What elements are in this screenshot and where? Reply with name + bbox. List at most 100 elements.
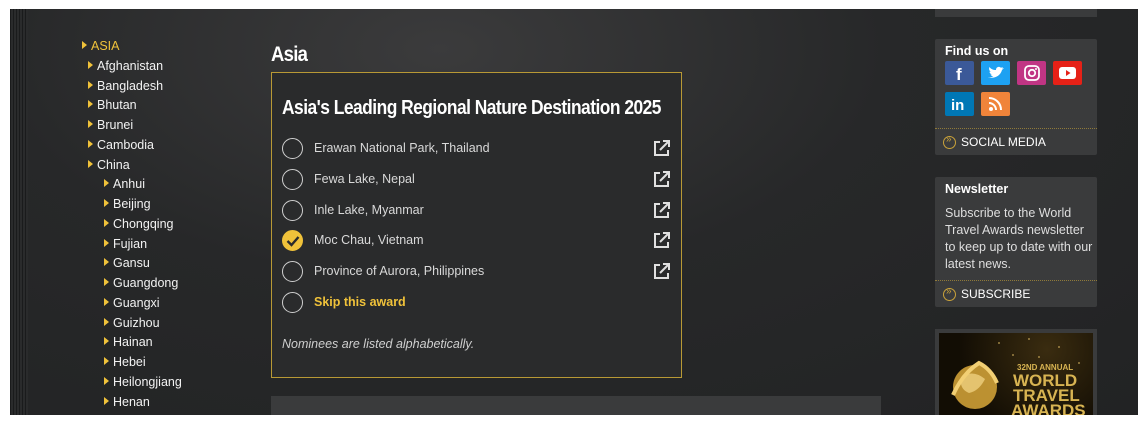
sidebar-item-gansu[interactable]: Gansu bbox=[104, 254, 150, 272]
radio-checked[interactable] bbox=[282, 230, 303, 252]
banner-line4: AWARDS bbox=[1011, 401, 1086, 415]
sidebar-item-bangladesh[interactable]: Bangladesh bbox=[88, 77, 163, 95]
radio-button[interactable] bbox=[282, 261, 303, 283]
youtube-icon[interactable] bbox=[1053, 61, 1082, 85]
nominee-option[interactable]: Province of Aurora, Philippines bbox=[282, 261, 672, 287]
widget-top-stub bbox=[935, 9, 1097, 17]
left-stripe bbox=[10, 9, 28, 415]
sidebar-item-hebei[interactable]: Hebei bbox=[104, 353, 146, 371]
external-link-icon[interactable] bbox=[652, 201, 671, 220]
caret-right-icon bbox=[88, 100, 93, 109]
sidebar-item-label: Brunei bbox=[97, 118, 134, 132]
instagram-icon[interactable] bbox=[1017, 61, 1046, 85]
newsletter-widget: Newsletter Subscribe to the World Travel… bbox=[935, 177, 1097, 307]
sidebar-item-label: Fujian bbox=[113, 236, 148, 251]
caret-right-icon bbox=[104, 396, 109, 405]
sidebar-item-label: Hainan bbox=[113, 335, 153, 350]
caret-right-icon bbox=[104, 238, 109, 247]
caret-right-icon bbox=[104, 199, 109, 207]
find-us-title: Find us on bbox=[945, 44, 1009, 58]
social-media-link-label: SOCIAL MEDIA bbox=[961, 135, 1046, 149]
sidebar-item-guangdong[interactable]: Guangdong bbox=[104, 274, 178, 292]
sidebar-item-guangxi[interactable]: Guangxi bbox=[104, 294, 160, 312]
external-link-icon[interactable] bbox=[652, 170, 671, 189]
award-title: Asia's Leading Regional Nature Destinati… bbox=[282, 97, 661, 119]
external-link-icon[interactable] bbox=[652, 231, 671, 250]
radio-button[interactable] bbox=[282, 199, 303, 221]
radio-button[interactable] bbox=[282, 292, 303, 313]
sidebar-item-asia[interactable]: ASIA bbox=[82, 37, 120, 55]
external-link-icon[interactable] bbox=[652, 262, 671, 281]
nominee-option[interactable]: Fewa Lake, Nepal bbox=[282, 168, 672, 195]
nominee-label: Fewa Lake, Nepal bbox=[314, 171, 415, 186]
svg-text:f: f bbox=[956, 65, 962, 84]
nominee-label: Moc Chau, Vietnam bbox=[314, 233, 424, 248]
widget-divider bbox=[935, 280, 1097, 281]
sidebar-item-brunei[interactable]: Brunei bbox=[88, 116, 133, 134]
sidebar-item-hainan[interactable]: Hainan bbox=[104, 333, 153, 351]
newsletter-text: Subscribe to the World Travel Awards new… bbox=[945, 206, 1093, 271]
sidebar-item-label: China bbox=[97, 157, 130, 172]
social-media-link[interactable]: SOCIAL MEDIA bbox=[943, 134, 1046, 149]
caret-right-icon bbox=[104, 297, 109, 306]
sidebar-item-cambodia[interactable]: Cambodia bbox=[88, 136, 154, 154]
nominee-option[interactable]: Erawan National Park, Thailand bbox=[282, 138, 672, 164]
caret-right-icon bbox=[88, 120, 93, 128]
caret-right-icon bbox=[88, 60, 93, 69]
sidebar-item-afghanistan[interactable]: Afghanistan bbox=[88, 57, 163, 75]
world-travel-awards-banner[interactable]: 32ND ANNUAL WORLD TRAVEL AWARDS bbox=[935, 329, 1097, 415]
sidebar-item-label: Guangdong bbox=[113, 276, 179, 290]
cut-off-top-text bbox=[320, 9, 470, 11]
nominee-option[interactable]: Moc Chau, Vietnam bbox=[282, 230, 672, 256]
sidebar-item-label: Guangxi bbox=[113, 295, 160, 310]
nominee-note: Nominees are listed alphabetically. bbox=[282, 337, 475, 351]
section-title: Asia bbox=[271, 43, 308, 66]
sidebar-item-fujian[interactable]: Fujian bbox=[104, 235, 147, 253]
radio-button[interactable] bbox=[282, 138, 303, 159]
sidebar-item-label: Henan bbox=[113, 394, 150, 409]
nominee-option[interactable]: Inle Lake, Myanmar bbox=[282, 199, 672, 226]
newsletter-title: Newsletter bbox=[945, 182, 1009, 196]
skip-award-option[interactable]: Skip this award bbox=[282, 292, 672, 318]
sidebar-item-anhui[interactable]: Anhui bbox=[104, 175, 145, 193]
caret-right-icon bbox=[104, 357, 109, 365]
caret-right-icon bbox=[88, 80, 93, 89]
twitter-icon[interactable] bbox=[981, 61, 1010, 85]
find-us-widget: Find us on f in SOCIAL MEDIA bbox=[935, 39, 1097, 155]
sidebar-item-label: ASIA bbox=[91, 39, 120, 53]
next-award-panel bbox=[271, 396, 881, 415]
sidebar-item-heilongjiang[interactable]: Heilongjiang bbox=[104, 373, 182, 391]
sidebar-item-label: Gansu bbox=[113, 256, 150, 271]
nominee-label: Inle Lake, Myanmar bbox=[314, 202, 424, 217]
sidebar-item-china[interactable]: China bbox=[88, 156, 130, 174]
sidebar-item-label: Guizhou bbox=[113, 315, 160, 330]
chevron-circle-icon bbox=[943, 286, 956, 301]
sidebar-item-label: Anhui bbox=[113, 177, 145, 192]
caret-right-icon bbox=[104, 337, 109, 346]
facebook-icon[interactable]: f bbox=[945, 61, 974, 85]
cut-off-top-element bbox=[92, 9, 122, 14]
linkedin-icon[interactable]: in bbox=[945, 92, 974, 116]
caret-right-icon bbox=[82, 41, 87, 49]
caret-right-icon bbox=[88, 159, 93, 168]
sidebar-item-label: Hebei bbox=[113, 355, 146, 369]
rss-icon[interactable] bbox=[981, 92, 1010, 116]
sidebar-item-label: Beijing bbox=[113, 197, 151, 211]
sidebar-item-label: Bangladesh bbox=[97, 78, 164, 93]
external-link-icon[interactable] bbox=[652, 139, 671, 158]
sidebar-item-beijing[interactable]: Beijing bbox=[104, 195, 151, 213]
sidebar-item-bhutan[interactable]: Bhutan bbox=[88, 96, 137, 114]
subscribe-link[interactable]: SUBSCRIBE bbox=[943, 286, 1030, 301]
caret-right-icon bbox=[104, 258, 109, 267]
radio-button[interactable] bbox=[282, 168, 303, 190]
sidebar-item-henan[interactable]: Henan bbox=[104, 393, 150, 411]
caret-right-icon bbox=[104, 376, 109, 385]
sidebar-item-chongqing[interactable]: Chongqing bbox=[104, 215, 173, 233]
nominee-label: Erawan National Park, Thailand bbox=[314, 141, 490, 155]
sidebar-item-guizhou[interactable]: Guizhou bbox=[104, 314, 160, 332]
banner-image: 32ND ANNUAL WORLD TRAVEL AWARDS bbox=[939, 333, 1093, 415]
svg-text:in: in bbox=[951, 97, 964, 114]
sidebar-item-label: Chongqing bbox=[113, 216, 174, 231]
caret-right-icon bbox=[104, 317, 109, 326]
caret-right-icon bbox=[104, 179, 109, 188]
